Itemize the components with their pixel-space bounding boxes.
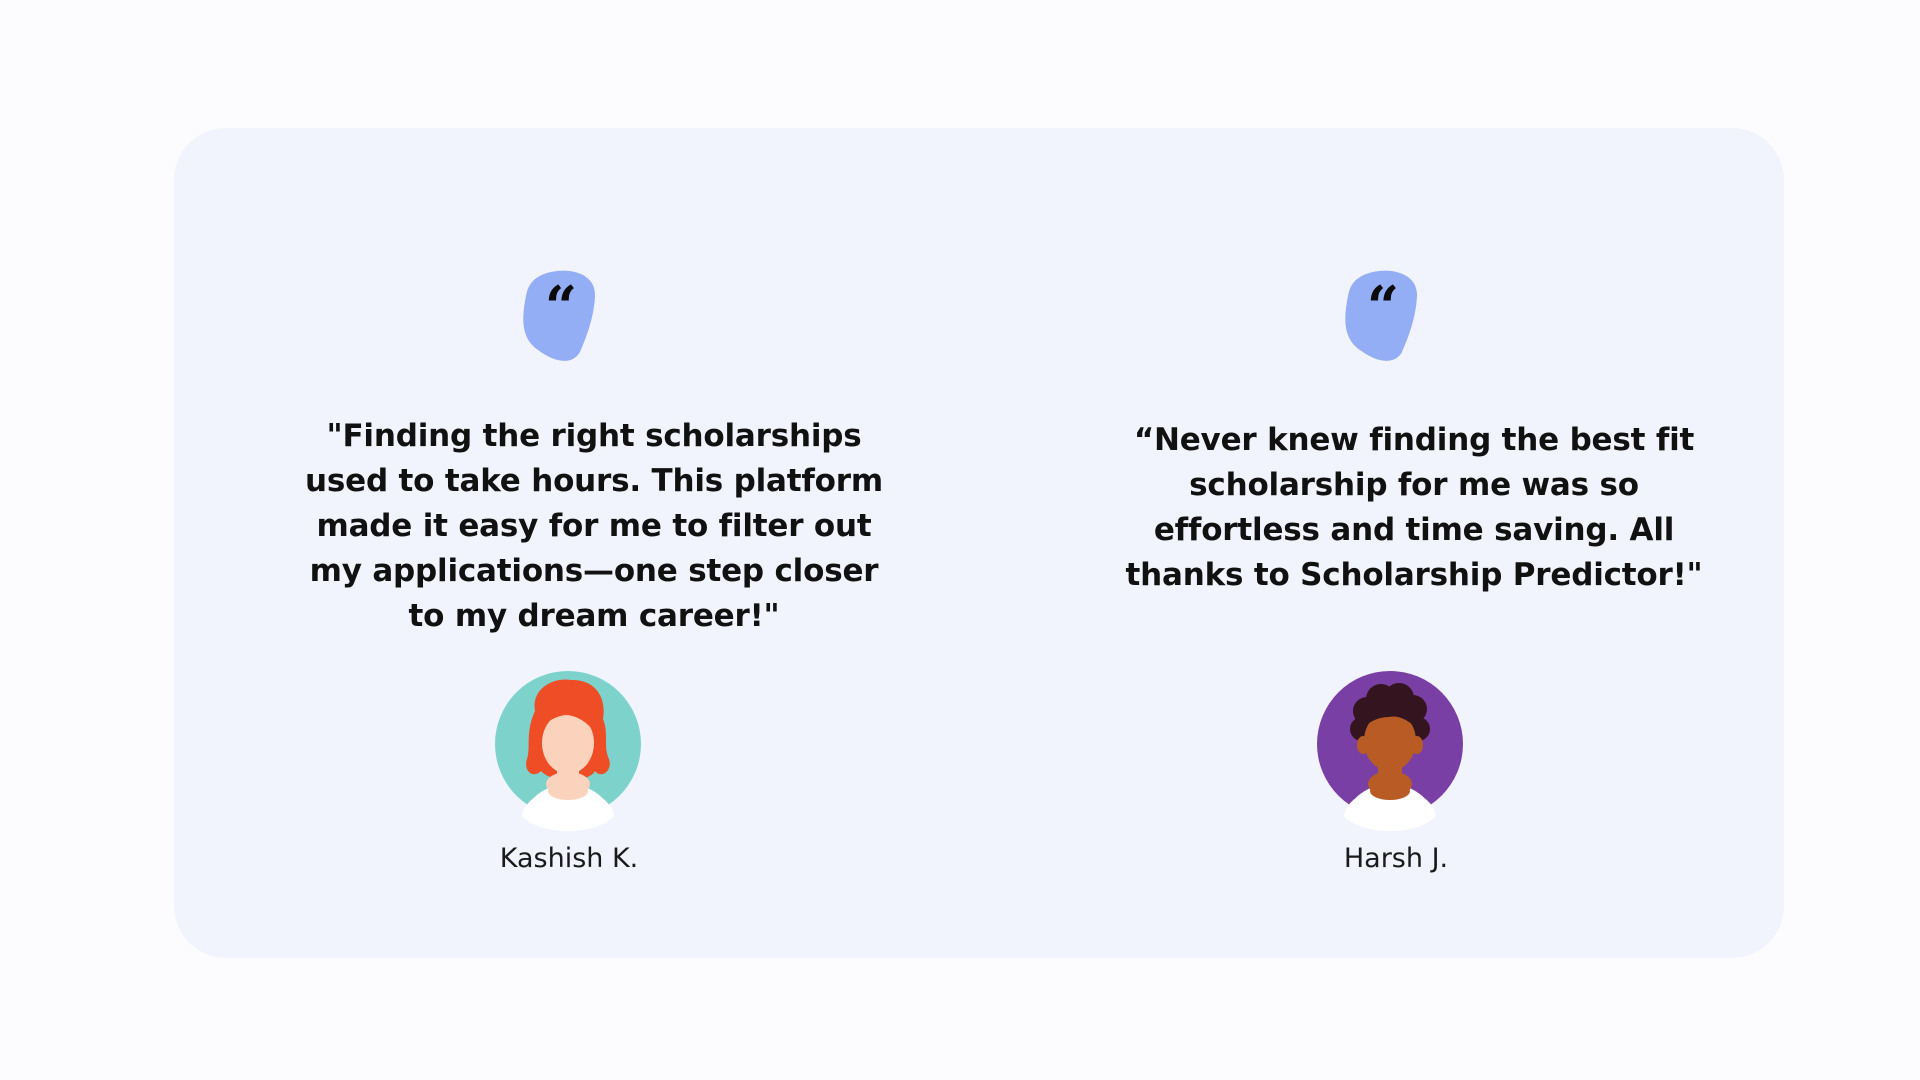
svg-text:“: “ bbox=[1367, 274, 1399, 340]
testimonial-quote: "Finding the right scholarships used to … bbox=[305, 418, 883, 634]
testimonial-quote: “Never knew finding the best fit scholar… bbox=[1125, 422, 1703, 593]
quote-icon: “ bbox=[1345, 270, 1418, 361]
testimonials-card: “ "Finding the right scholarships used t… bbox=[174, 128, 1784, 958]
male-avatar-icon bbox=[1317, 671, 1463, 831]
svg-text:“: “ bbox=[545, 274, 577, 340]
female-avatar-icon bbox=[495, 671, 641, 831]
testimonials-page: “ "Finding the right scholarships used t… bbox=[0, 0, 1920, 1080]
quote-icon: “ bbox=[523, 270, 596, 361]
testimonial-author: Harsh J. bbox=[1343, 843, 1449, 874]
testimonial-author: Kashish K. bbox=[499, 843, 639, 874]
